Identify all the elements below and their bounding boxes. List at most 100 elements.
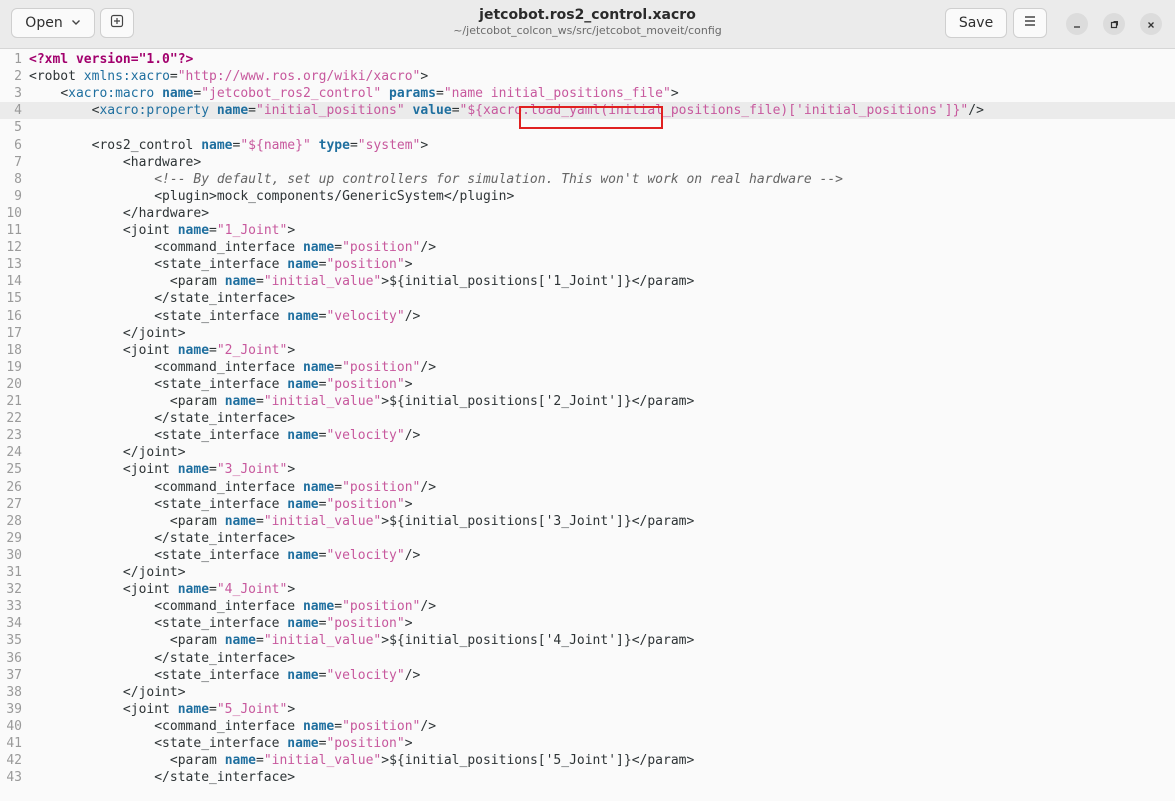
code-text: <state_interface name="position"> [29,256,412,273]
code-token: /> [420,240,437,256]
code-token: name [287,616,319,632]
code-line[interactable]: 35 <param name="initial_value">${initial… [0,632,1175,649]
line-number: 6 [14,137,22,153]
code-token: name [287,257,319,273]
code-text: </state_interface> [29,410,295,427]
code-line[interactable]: 20 <state_interface name="position"> [0,376,1175,393]
line-number: 30 [6,547,22,563]
code-line[interactable]: 10 </hardware> [0,205,1175,222]
code-line[interactable]: 39 <joint name="5_Joint"> [0,701,1175,718]
code-token: <command_interface [154,479,303,495]
maximize-button[interactable] [1103,13,1125,35]
close-button[interactable] [1140,13,1162,35]
code-line[interactable]: 40 <command_interface name="position"/> [0,718,1175,735]
code-line[interactable]: 30 <state_interface name="velocity"/> [0,547,1175,564]
line-number: 19 [6,359,22,375]
code-line[interactable]: 38 </joint> [0,684,1175,701]
code-line[interactable]: 8 <!-- By default, set up controllers fo… [0,171,1175,188]
code-token: > [670,86,679,102]
code-line[interactable]: 21 <param name="initial_value">${initial… [0,393,1175,410]
minimize-button[interactable] [1066,13,1088,35]
code-token: name [224,394,256,409]
code-line[interactable]: 1 <?xml version="1.0"?> [0,51,1175,68]
code-token: ${initial_positions['5_Joint']} [389,753,632,769]
code-line[interactable]: 31 </joint> [0,564,1175,581]
code-token: <state_interface [154,667,288,683]
code-line[interactable]: 17 </joint> [0,325,1175,342]
code-line[interactable]: 23 <state_interface name="velocity"/> [0,427,1175,444]
code-line[interactable]: 32 <joint name="4_Joint"> [0,581,1175,598]
close-icon [1146,15,1156,34]
line-number: 39 [6,701,22,717]
code-token: "initial_value" [263,633,382,649]
code-text: <joint name="4_Joint"> [29,581,295,598]
line-number: 43 [6,770,22,786]
code-token: </joint> [122,684,186,700]
code-token: xacro:property [99,103,217,119]
code-line[interactable]: 12 <command_interface name="position"/> [0,239,1175,256]
code-line[interactable]: 25 <joint name="3_Joint"> [0,461,1175,478]
code-token: > [287,701,296,717]
code-text: </state_interface> [29,769,295,786]
code-token: > [381,513,390,529]
line-number: 11 [6,223,22,238]
code-line[interactable]: 37 <state_interface name="velocity"/> [0,667,1175,684]
code-line[interactable]: 19 <command_interface name="position"/> [0,359,1175,376]
text-editor-window: Open jetcobot.ros2_control.xacro ~/jetco… [0,0,1175,801]
code-token: /> [404,428,421,444]
code-token: name [302,718,335,734]
code-token: = [209,582,217,598]
code-token: name [287,547,319,563]
code-token: "velocity" [326,667,405,683]
code-line[interactable]: 34 <state_interface name="position"> [0,615,1175,632]
code-token: </state_interface> [154,291,296,307]
code-token: = [334,240,343,256]
line-number: 5 [14,120,22,136]
code-line[interactable]: 7 <hardware> [0,154,1175,171]
menu-button[interactable] [1013,8,1047,38]
line-number: 23 [6,428,22,444]
code-line[interactable]: 36 </state_interface> [0,650,1175,667]
code-line[interactable]: 29 </state_interface> [0,530,1175,547]
code-token: /> [968,103,984,119]
code-line[interactable]: 11 <joint name="1_Joint"> [0,222,1175,239]
code-line[interactable]: 22 </state_interface> [0,410,1175,427]
line-number: 31 [6,565,22,580]
code-line[interactable]: 18 <joint name="2_Joint"> [0,342,1175,359]
code-line[interactable]: 41 <state_interface name="position"> [0,735,1175,752]
code-line[interactable]: 15 </state_interface> [0,290,1175,307]
code-line[interactable]: 24 </joint> [0,444,1175,461]
code-token: <param [169,394,225,409]
code-line[interactable]: 6 <ros2_control name="${name}" type="sys… [0,137,1175,154]
code-line[interactable]: 16 <state_interface name="velocity"/> [0,308,1175,325]
code-text: </state_interface> [29,290,295,307]
code-line[interactable]: 14 <param name="initial_value">${initial… [0,273,1175,290]
code-token: "position" [326,616,405,632]
code-line[interactable]: 43 </state_interface> [0,769,1175,786]
code-line[interactable]: 26 <command_interface name="position"/> [0,479,1175,496]
line-number: 14 [6,274,22,290]
code-line[interactable]: 42 <param name="initial_value">${initial… [0,752,1175,769]
code-text: </joint> [29,325,186,342]
line-number: 13 [6,257,22,273]
save-button[interactable]: Save [945,8,1007,38]
code-line[interactable]: 2 <robot xmlns:xacro="http://www.ros.org/… [0,68,1175,85]
code-editor[interactable]: 43 </state_interface> 42 <param name="ini… [0,49,1175,801]
code-line[interactable]: 3 <xacro:macro name = "jetcobot_ros2_contr… [0,85,1175,102]
code-line[interactable]: 28 <param name="initial_value">${initial… [0,513,1175,530]
code-line[interactable]: 13 <state_interface name="position"> [0,256,1175,273]
line-number: 15 [6,291,22,307]
code-line[interactable]: 9 <plugin>mock_components/GenericSystem<… [0,188,1175,205]
code-line[interactable]: 27 <state_interface name="position"> [0,496,1175,513]
code-token: <?xml version="1.0"?> [29,52,194,67]
code-token: <state_interface [154,376,288,392]
code-text: <hardware> [29,154,201,171]
code-line[interactable]: 33 <command_interface name="position"/> [0,598,1175,615]
code-token: /> [420,359,437,375]
